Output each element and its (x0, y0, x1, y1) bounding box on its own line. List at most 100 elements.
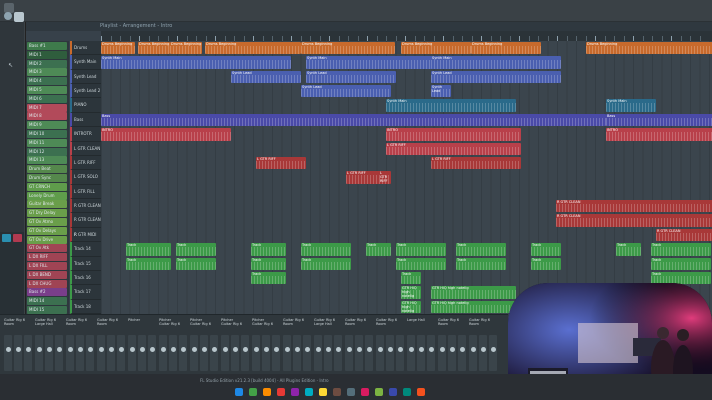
pan-knob[interactable] (108, 347, 114, 352)
mixer-fader[interactable] (55, 335, 63, 371)
pan-knob[interactable] (191, 347, 197, 352)
pan-knob[interactable] (470, 347, 476, 352)
pan-knob[interactable] (160, 347, 166, 352)
clip-drums[interactable]: Drums Beginning (301, 42, 395, 55)
clip-bass[interactable]: Bass (101, 113, 606, 127)
track-header[interactable]: Track 15 (70, 256, 101, 271)
clip-drums[interactable]: Drums Beginning (401, 42, 471, 55)
pattern-item[interactable]: Guitar Break (27, 200, 67, 209)
track-header[interactable]: Synth Lead 2 (70, 84, 101, 99)
pattern-item[interactable]: GT Ov Atmo (27, 218, 67, 226)
arrangement-grid[interactable]: Drums Beginning Drums Beginning Drums Begi… (101, 41, 712, 314)
pattern-item[interactable]: GT CRNCH (27, 182, 67, 191)
pattern-item[interactable]: MIDI 11 (27, 138, 67, 147)
taskbar-app-icon[interactable] (277, 388, 285, 396)
pan-knob[interactable] (346, 347, 352, 352)
mixer-fader[interactable] (241, 335, 249, 371)
clip-gtr_high[interactable]: GTR HiQ high notelig (401, 300, 421, 313)
mixer-fader[interactable] (14, 335, 22, 371)
pattern-item[interactable]: GT Dry Delay (27, 209, 67, 218)
pattern-item[interactable]: Drum Beat (27, 165, 67, 174)
mixer-fader[interactable] (417, 335, 425, 371)
mixer-fader[interactable] (345, 335, 353, 371)
mixer-fader[interactable] (35, 335, 43, 371)
clip-clean[interactable]: R GTR CLEAN (656, 228, 712, 242)
mixer-fader[interactable] (148, 335, 156, 371)
mixer-fader[interactable] (293, 335, 301, 371)
clip-track[interactable]: Track (301, 257, 351, 270)
pan-knob[interactable] (15, 347, 21, 352)
pan-knob[interactable] (418, 347, 424, 352)
pan-knob[interactable] (366, 347, 372, 352)
mixer-fader[interactable] (469, 335, 477, 371)
pan-knob[interactable] (449, 347, 455, 352)
pan-knob[interactable] (304, 347, 310, 352)
clip-track[interactable]: Track (176, 243, 216, 256)
mixer-fader[interactable] (159, 335, 167, 371)
clip-track[interactable]: Track (456, 243, 506, 256)
pan-knob[interactable] (232, 347, 238, 352)
track-header[interactable]: Track 16 (70, 270, 101, 286)
mixer-fader[interactable] (66, 335, 74, 371)
mixer-fader[interactable] (190, 335, 198, 371)
taskbar-app-icon[interactable] (403, 388, 411, 396)
pattern-item[interactable]: MIDI 8 (27, 112, 67, 121)
mixer-fader[interactable] (458, 335, 466, 371)
taskbar-app-icon[interactable] (305, 388, 313, 396)
track-header[interactable]: L GTR RIFF (70, 155, 101, 171)
clip-synth_lead[interactable]: Synth Lead (306, 70, 396, 84)
taskbar-app-icon[interactable] (263, 388, 271, 396)
pan-knob[interactable] (5, 347, 11, 352)
pan-knob[interactable] (77, 347, 83, 352)
mixer-fader[interactable] (303, 335, 311, 371)
clip-synth[interactable]: Synth Main (431, 56, 561, 69)
track-header[interactable]: R GTR CLEAN R (70, 213, 101, 237)
track-header[interactable]: Synth Lead (70, 69, 101, 85)
track-header[interactable]: Bass (70, 112, 101, 128)
clip-drums[interactable]: Drums Beginning (471, 42, 541, 55)
mixer-fader[interactable] (272, 335, 280, 371)
pan-knob[interactable] (46, 347, 52, 352)
pattern-item[interactable]: GT Ov Drive (27, 235, 67, 244)
track-header[interactable]: INTROTR (70, 127, 101, 142)
mixer-fader[interactable] (427, 335, 435, 371)
pan-knob[interactable] (428, 347, 434, 352)
mixer-fader[interactable] (97, 335, 105, 371)
clip-synth[interactable]: Synth Main (606, 99, 656, 112)
taskbar-app-icon[interactable] (375, 388, 383, 396)
clip-gtr_high[interactable]: GTR HiQ high notelig (401, 286, 421, 299)
clip-gtr_high[interactable]: GTR HiQ high notelig (431, 286, 516, 299)
clip-track[interactable]: Track (251, 257, 286, 270)
pan-knob[interactable] (387, 347, 393, 352)
pan-knob[interactable] (36, 347, 42, 352)
pan-knob[interactable] (439, 347, 445, 352)
pattern-item[interactable]: Bass #2 (27, 288, 67, 297)
mixer-fader[interactable] (210, 335, 218, 371)
mixer-fader[interactable] (252, 335, 260, 371)
pan-knob[interactable] (25, 347, 31, 352)
pan-knob[interactable] (356, 347, 362, 352)
clip-riff[interactable]: L GTR RIFF (256, 156, 306, 170)
mixer-fader[interactable] (117, 335, 125, 371)
taskbar-app-icon[interactable] (249, 388, 257, 396)
pan-knob[interactable] (139, 347, 145, 352)
clip-intro[interactable]: INTRO (101, 128, 231, 141)
track-header[interactable]: L GTR SOLO (70, 170, 101, 185)
clip-track[interactable]: Track (651, 243, 711, 256)
pan-knob[interactable] (180, 347, 186, 352)
taskbar-app-icon[interactable] (333, 388, 341, 396)
pan-knob[interactable] (263, 347, 269, 352)
clip-track[interactable]: Track (651, 257, 711, 270)
mixer-fader[interactable] (489, 335, 497, 371)
taskbar-app-icon[interactable] (235, 388, 243, 396)
pattern-item[interactable]: MIDI 4 (27, 77, 67, 86)
mixer-fader[interactable] (4, 335, 12, 371)
track-header[interactable]: R GTR MIDI (70, 227, 101, 243)
mixer-fader[interactable] (76, 335, 84, 371)
mixer-fader[interactable] (107, 335, 115, 371)
pattern-item[interactable]: L DX FILL (27, 262, 67, 270)
track-header[interactable]: L GTR CLEAN (70, 141, 101, 156)
clip-drums[interactable]: Drums Beginning (101, 42, 135, 55)
mixer-fader[interactable] (169, 335, 177, 371)
pattern-item[interactable]: Drum Sync (27, 174, 67, 182)
